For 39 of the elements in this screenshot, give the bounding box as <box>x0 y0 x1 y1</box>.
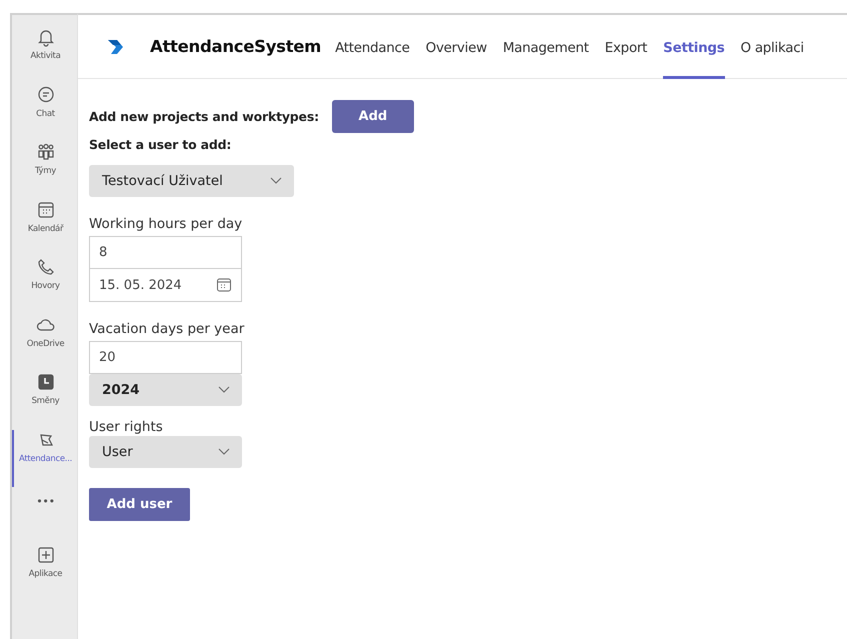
phone-icon <box>36 257 56 277</box>
add-user-button[interactable]: Add user <box>89 488 190 521</box>
app-bar-item[interactable]: OneDrive <box>12 314 77 372</box>
people-icon <box>36 142 56 162</box>
working-hours-field[interactable]: 8 <box>89 236 242 269</box>
chat-icon <box>36 84 56 104</box>
chevron-down-icon <box>218 386 230 394</box>
vacation-days-field[interactable]: 20 <box>89 341 242 374</box>
select-user-label: Select a user to add: <box>89 137 232 152</box>
chevron-down-icon <box>218 448 230 456</box>
add-projects-label: Add new projects and worktypes: <box>89 109 319 124</box>
app-bar-item[interactable]: Týmy <box>12 142 77 200</box>
nav-tab[interactable]: Attendance <box>335 14 410 78</box>
nav-tab[interactable]: Management <box>502 14 589 78</box>
user-picker-dropdown[interactable]: Testovací Uživatel <box>89 165 294 197</box>
year-dropdown[interactable]: 2024 <box>89 374 242 406</box>
app-bar-item[interactable]: Chat <box>12 84 77 142</box>
app-bar-item[interactable]: Hovory <box>12 257 77 314</box>
nav-tab[interactable]: Export <box>604 14 648 78</box>
working-hours-label: Working hours per day <box>89 216 242 232</box>
clock-icon <box>36 372 56 392</box>
calendar-icon <box>216 277 232 293</box>
calendar-icon <box>36 200 56 220</box>
app-bar-item[interactable]: Směny <box>12 372 77 430</box>
nav-tab[interactable]: Settings <box>663 14 724 78</box>
user-rights-dropdown[interactable]: User <box>89 436 242 468</box>
date-field[interactable]: 15. 05. 2024 <box>89 269 242 302</box>
nav-tab[interactable]: Overview <box>426 14 487 78</box>
app-bar-item[interactable]: ••• <box>12 487 77 544</box>
vacation-days-label: Vacation days per year <box>89 321 244 337</box>
chevron-down-icon <box>270 177 282 185</box>
app-bar-item[interactable]: Aplikace <box>12 544 77 602</box>
app-bar-item[interactable]: Kalendář <box>12 200 77 257</box>
add-button[interactable]: Add <box>332 100 414 133</box>
nav-tab[interactable]: O aplikaci <box>740 14 804 78</box>
app-bar-item[interactable]: Aktivita <box>12 27 77 84</box>
app-title: AttendanceSystem <box>150 37 322 56</box>
user-rights-label: User rights <box>89 419 163 435</box>
plus-icon <box>36 544 56 564</box>
